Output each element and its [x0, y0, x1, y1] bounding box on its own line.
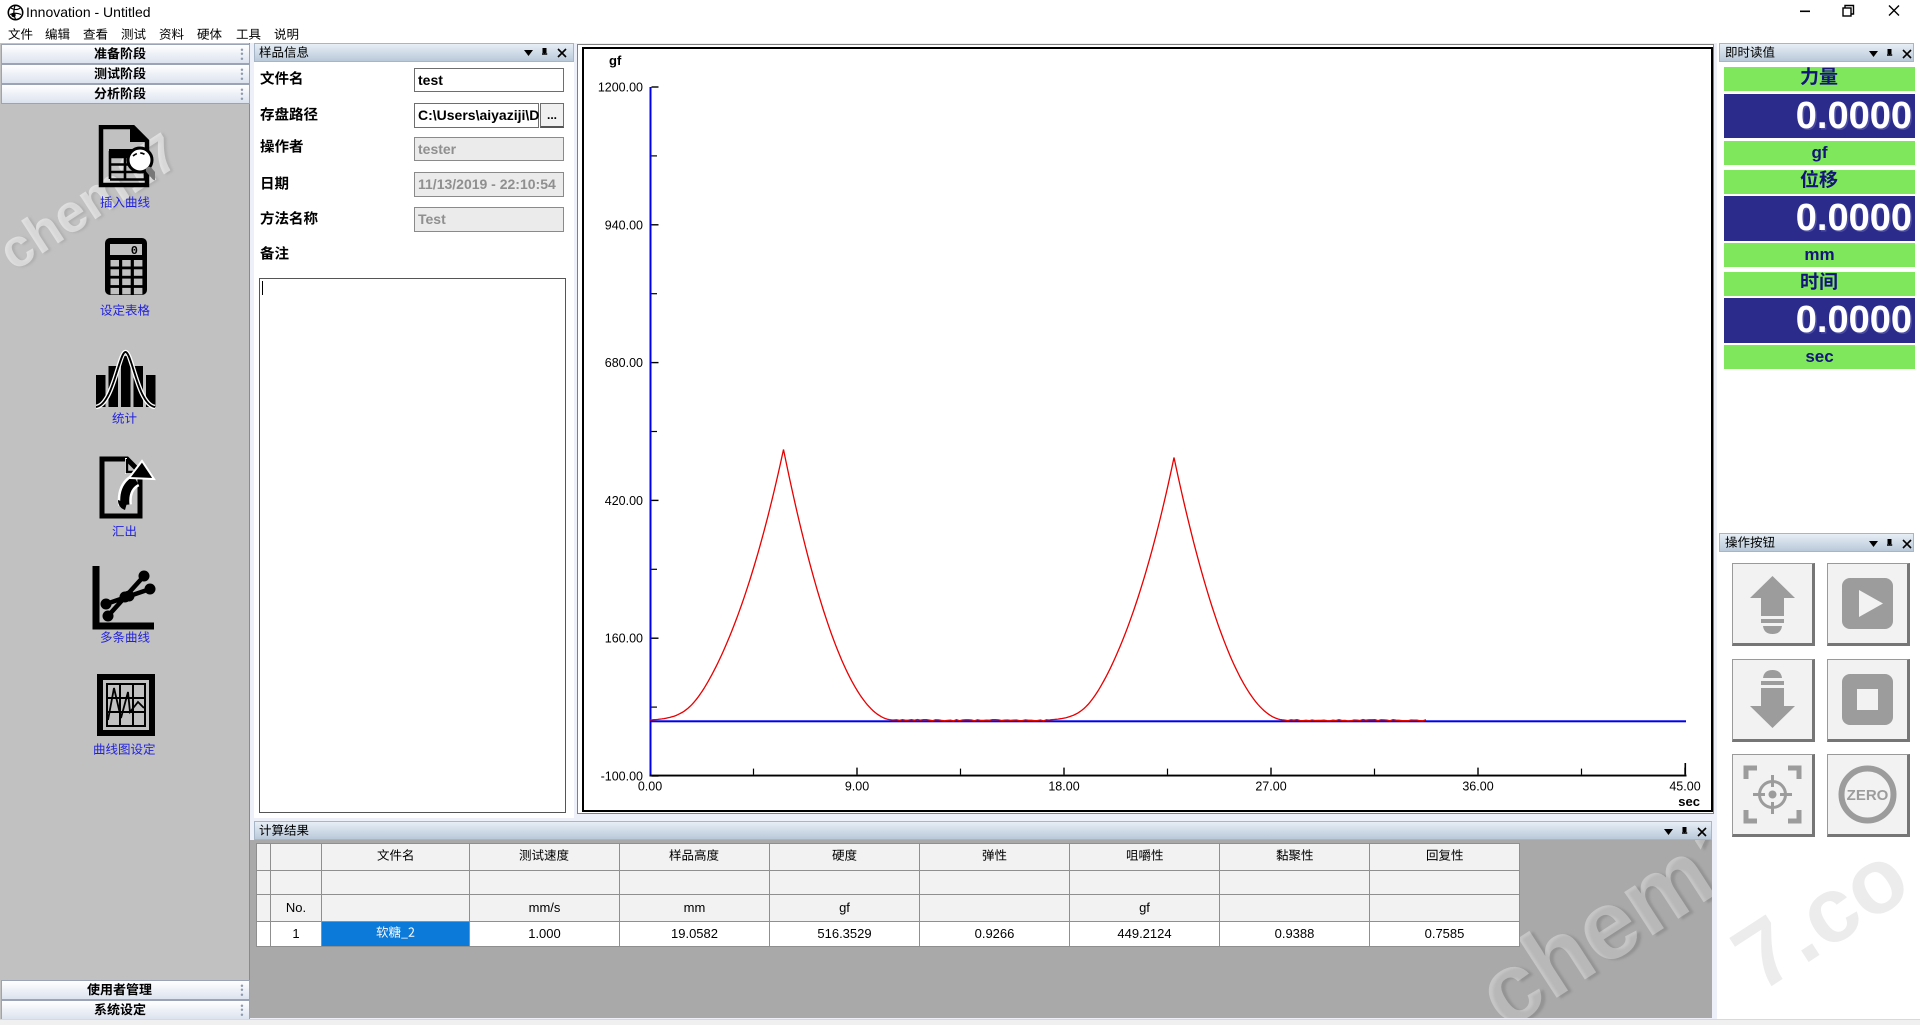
- svg-text:27.00: 27.00: [1255, 780, 1286, 794]
- svg-text:-100.00: -100.00: [601, 770, 643, 784]
- svg-text:940.00: 940.00: [605, 218, 643, 232]
- svg-text:45.00: 45.00: [1669, 780, 1700, 794]
- svg-text:1200.00: 1200.00: [598, 81, 643, 95]
- svg-text:160.00: 160.00: [605, 632, 643, 646]
- svg-text:680.00: 680.00: [605, 356, 643, 370]
- svg-text:0.00: 0.00: [638, 780, 662, 794]
- svg-text:sec: sec: [1678, 794, 1700, 809]
- svg-text:36.00: 36.00: [1462, 780, 1493, 794]
- svg-text:ZERO: ZERO: [1847, 787, 1889, 804]
- svg-text:18.00: 18.00: [1048, 780, 1079, 794]
- svg-text:gf: gf: [609, 53, 622, 68]
- svg-text:0: 0: [131, 244, 138, 258]
- svg-text:420.00: 420.00: [605, 494, 643, 508]
- svg-text:9.00: 9.00: [845, 780, 869, 794]
